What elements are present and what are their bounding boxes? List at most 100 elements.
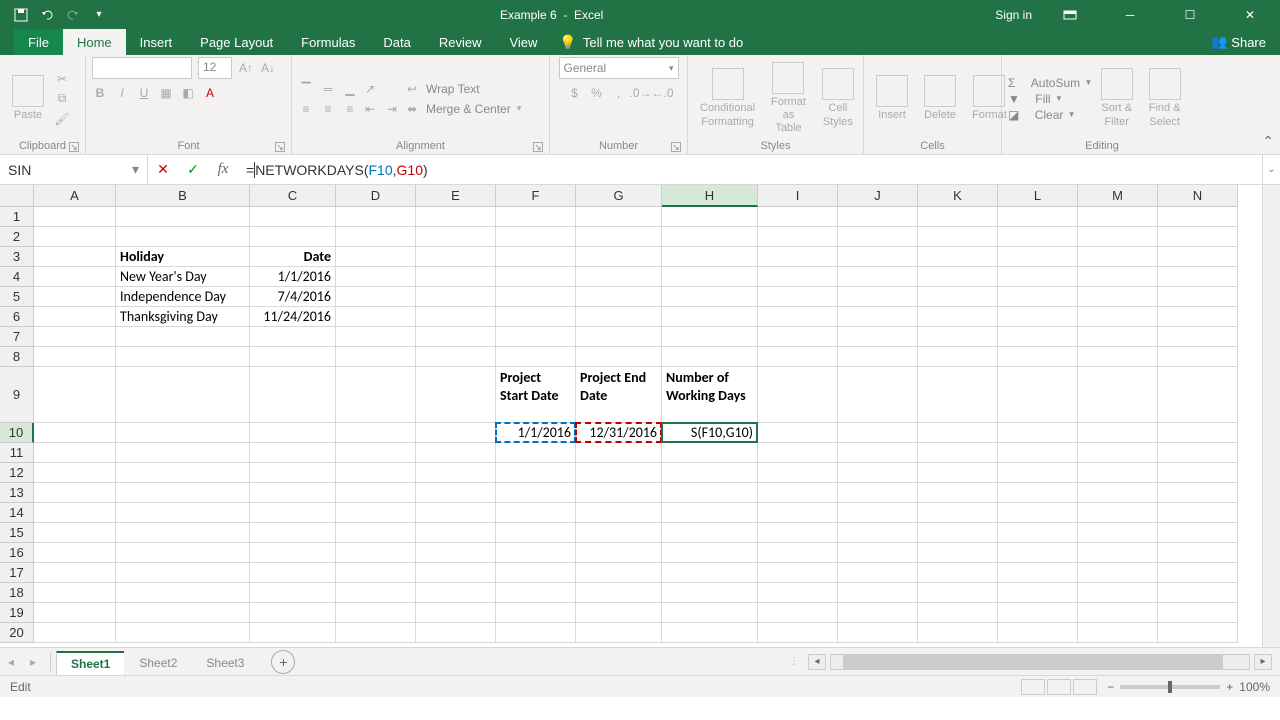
- cell-j5[interactable]: [838, 287, 918, 307]
- share-button[interactable]: 👥 Share: [1211, 29, 1280, 55]
- cell-m14[interactable]: [1078, 503, 1158, 523]
- cell-n17[interactable]: [1158, 563, 1238, 583]
- ribbon-display-icon[interactable]: [1048, 0, 1092, 29]
- cell-l15[interactable]: [998, 523, 1078, 543]
- cell-a7[interactable]: [34, 327, 116, 347]
- sheet-tab-1[interactable]: Sheet1: [56, 651, 125, 675]
- decrease-decimal-icon[interactable]: ←.0: [655, 85, 671, 101]
- cell-e15[interactable]: [416, 523, 496, 543]
- cell-h10[interactable]: S(F10,G10): [662, 423, 758, 443]
- align-left-icon[interactable]: ≡: [298, 101, 314, 117]
- font-dialog-launcher[interactable]: ↘: [275, 142, 285, 152]
- alignment-dialog-launcher[interactable]: ↘: [533, 142, 543, 152]
- row-header-12[interactable]: 12: [0, 463, 34, 483]
- cell-e5[interactable]: [416, 287, 496, 307]
- cell-b2[interactable]: [116, 227, 250, 247]
- cell-f20[interactable]: [496, 623, 576, 643]
- cell-i16[interactable]: [758, 543, 838, 563]
- cell-c8[interactable]: [250, 347, 336, 367]
- align-center-icon[interactable]: ≡: [320, 101, 336, 117]
- cell-n19[interactable]: [1158, 603, 1238, 623]
- sign-in-link[interactable]: Sign in: [995, 8, 1032, 22]
- cell-j1[interactable]: [838, 207, 918, 227]
- insert-cells-button[interactable]: Insert: [870, 73, 914, 124]
- cell-a16[interactable]: [34, 543, 116, 563]
- cell-k15[interactable]: [918, 523, 998, 543]
- increase-decimal-icon[interactable]: .0→: [633, 85, 649, 101]
- cell-c19[interactable]: [250, 603, 336, 623]
- cell-b8[interactable]: [116, 347, 250, 367]
- enter-formula-button[interactable]: ✓: [178, 161, 208, 178]
- align-right-icon[interactable]: ≡: [342, 101, 358, 117]
- cell-l12[interactable]: [998, 463, 1078, 483]
- tab-scroll-grip[interactable]: ⋮: [785, 656, 804, 667]
- cell-m7[interactable]: [1078, 327, 1158, 347]
- cell-k6[interactable]: [918, 307, 998, 327]
- cell-g15[interactable]: [576, 523, 662, 543]
- cell-n12[interactable]: [1158, 463, 1238, 483]
- cell-m3[interactable]: [1078, 247, 1158, 267]
- cell-k5[interactable]: [918, 287, 998, 307]
- sheet-tab-3[interactable]: Sheet3: [191, 651, 259, 674]
- cell-b5[interactable]: Independence Day: [116, 287, 250, 307]
- cell-i14[interactable]: [758, 503, 838, 523]
- cell-k11[interactable]: [918, 443, 998, 463]
- cell-e3[interactable]: [416, 247, 496, 267]
- cell-c6[interactable]: 11/24/2016: [250, 307, 336, 327]
- row-header-17[interactable]: 17: [0, 563, 34, 583]
- cell-n18[interactable]: [1158, 583, 1238, 603]
- cell-g17[interactable]: [576, 563, 662, 583]
- cell-h2[interactable]: [662, 227, 758, 247]
- cell-l7[interactable]: [998, 327, 1078, 347]
- tell-me-search[interactable]: 💡 Tell me what you want to do: [559, 29, 743, 55]
- cell-j15[interactable]: [838, 523, 918, 543]
- cell-d19[interactable]: [336, 603, 416, 623]
- cell-n16[interactable]: [1158, 543, 1238, 563]
- cell-k19[interactable]: [918, 603, 998, 623]
- cell-a3[interactable]: [34, 247, 116, 267]
- paste-button[interactable]: Paste: [6, 73, 50, 124]
- cell-c4[interactable]: 1/1/2016: [250, 267, 336, 287]
- cell-f4[interactable]: [496, 267, 576, 287]
- cell-l6[interactable]: [998, 307, 1078, 327]
- cell-j14[interactable]: [838, 503, 918, 523]
- row-header-13[interactable]: 13: [0, 483, 34, 503]
- cell-d1[interactable]: [336, 207, 416, 227]
- cell-h4[interactable]: [662, 267, 758, 287]
- cell-f18[interactable]: [496, 583, 576, 603]
- row-header-9[interactable]: 9: [0, 367, 34, 423]
- cell-h18[interactable]: [662, 583, 758, 603]
- row-header-2[interactable]: 2: [0, 227, 34, 247]
- cell-g13[interactable]: [576, 483, 662, 503]
- cell-k18[interactable]: [918, 583, 998, 603]
- row-header-5[interactable]: 5: [0, 287, 34, 307]
- font-color-button[interactable]: A: [202, 85, 218, 101]
- cell-h5[interactable]: [662, 287, 758, 307]
- cell-c7[interactable]: [250, 327, 336, 347]
- cell-i15[interactable]: [758, 523, 838, 543]
- cell-n15[interactable]: [1158, 523, 1238, 543]
- cell-f12[interactable]: [496, 463, 576, 483]
- cell-j19[interactable]: [838, 603, 918, 623]
- cell-n1[interactable]: [1158, 207, 1238, 227]
- cell-h13[interactable]: [662, 483, 758, 503]
- cell-k2[interactable]: [918, 227, 998, 247]
- tab-home[interactable]: Home: [63, 29, 126, 55]
- cell-c1[interactable]: [250, 207, 336, 227]
- cell-d2[interactable]: [336, 227, 416, 247]
- align-top-icon[interactable]: ▔: [298, 81, 314, 97]
- cell-a11[interactable]: [34, 443, 116, 463]
- cell-n10[interactable]: [1158, 423, 1238, 443]
- cell-g14[interactable]: [576, 503, 662, 523]
- cell-l20[interactable]: [998, 623, 1078, 643]
- currency-icon[interactable]: $: [567, 85, 583, 101]
- hscroll-left[interactable]: ◂: [808, 654, 826, 670]
- new-sheet-button[interactable]: +: [271, 650, 295, 674]
- cell-i13[interactable]: [758, 483, 838, 503]
- formula-input[interactable]: =NETWORKDAYS(F10,G10): [238, 155, 1262, 184]
- cell-d9[interactable]: [336, 367, 416, 423]
- cell-j17[interactable]: [838, 563, 918, 583]
- cell-n7[interactable]: [1158, 327, 1238, 347]
- normal-view-button[interactable]: [1021, 679, 1045, 695]
- borders-button[interactable]: ▦: [158, 85, 174, 101]
